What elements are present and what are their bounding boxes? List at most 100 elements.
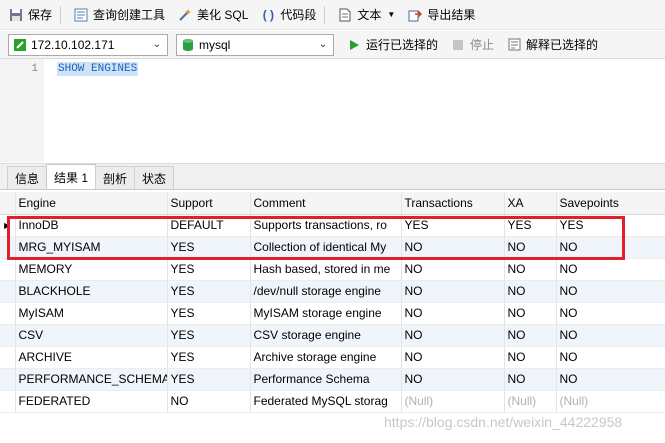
document-icon [337, 7, 353, 23]
table-row[interactable]: MRG_MYISAM YES Collection of identical M… [0, 236, 665, 259]
save-icon [8, 7, 24, 23]
table-cell[interactable]: NO [167, 390, 251, 413]
connection-select[interactable]: 172.10.102.171 ⌄ [8, 33, 168, 56]
sql-editor[interactable]: 1 SHOW ENGINES [0, 59, 665, 162]
chevron-down-icon: ⌄ [152, 39, 162, 50]
column-header-comment[interactable]: Comment [250, 192, 402, 215]
export-results-button[interactable]: 导出结果 [403, 4, 479, 26]
query-builder-button[interactable]: 查询创建工具 [69, 4, 169, 26]
table-cell[interactable]: YES [167, 346, 251, 369]
tab-status[interactable]: 状态 [134, 166, 175, 189]
connection-icon [13, 38, 27, 52]
table-cell[interactable]: NO [504, 368, 557, 391]
table-cell[interactable]: YES [504, 214, 557, 237]
table-cell[interactable]: FEDERATED [15, 390, 168, 413]
save-label: 保存 [28, 8, 53, 22]
database-select[interactable]: mysql ⌄ [176, 33, 334, 56]
column-header-transactions[interactable]: Transactions [401, 192, 505, 215]
table-cell[interactable]: YES [556, 214, 665, 237]
table-cell[interactable]: (Null) [401, 390, 505, 413]
table-cell[interactable]: PERFORMANCE_SCHEMA [15, 368, 168, 391]
tab-profile[interactable]: 剖析 [95, 166, 136, 189]
run-selected-button[interactable]: 运行已选择的 [342, 34, 442, 56]
chevron-down-icon: ▼ [387, 10, 396, 19]
table-cell[interactable]: NO [401, 302, 505, 325]
table-cell[interactable]: CSV [15, 324, 168, 347]
table-cell[interactable]: MyISAM storage engine [250, 302, 402, 325]
table-row[interactable]: BLACKHOLE YES /dev/null storage engine N… [0, 280, 665, 303]
table-cell[interactable]: NO [504, 302, 557, 325]
table-cell[interactable]: NO [556, 258, 665, 281]
table-cell[interactable]: MRG_MYISAM [15, 236, 168, 259]
table-cell[interactable]: YES [167, 302, 251, 325]
table-cell[interactable]: YES [167, 258, 251, 281]
table-cell[interactable]: NO [401, 324, 505, 347]
beautify-sql-button[interactable]: 美化 SQL [173, 4, 252, 26]
table-cell[interactable]: NO [401, 346, 505, 369]
table-cell[interactable]: CSV storage engine [250, 324, 402, 347]
table-cell[interactable]: NO [504, 324, 557, 347]
table-row[interactable]: ARCHIVE YES Archive storage engine NO NO… [0, 346, 665, 369]
table-cell[interactable]: MyISAM [15, 302, 168, 325]
tab-info[interactable]: 信息 [7, 166, 48, 189]
table-cell[interactable]: NO [401, 280, 505, 303]
row-indicator-header [0, 192, 16, 215]
sql-code-line[interactable]: SHOW ENGINES [57, 62, 139, 76]
table-cell[interactable]: (Null) [556, 390, 665, 413]
table-row[interactable]: ▶ InnoDB DEFAULT Supports transactions, … [0, 214, 665, 237]
table-row[interactable]: MEMORY YES Hash based, stored in me NO N… [0, 258, 665, 281]
table-cell[interactable]: BLACKHOLE [15, 280, 168, 303]
table-cell[interactable]: Performance Schema [250, 368, 402, 391]
table-cell[interactable]: NO [556, 324, 665, 347]
row-indicator [0, 280, 16, 303]
column-header-engine[interactable]: Engine [15, 192, 168, 215]
table-cell[interactable]: NO [556, 346, 665, 369]
table-cell[interactable]: YES [401, 214, 505, 237]
stop-button[interactable]: 停止 [446, 34, 498, 56]
table-cell[interactable]: YES [167, 236, 251, 259]
table-cell[interactable]: DEFAULT [167, 214, 251, 237]
table-cell[interactable]: NO [556, 368, 665, 391]
result-grid[interactable]: Engine Support Comment Transactions XA S… [0, 192, 665, 443]
table-cell[interactable]: YES [167, 324, 251, 347]
table-cell[interactable]: YES [167, 368, 251, 391]
table-cell[interactable]: (Null) [504, 390, 557, 413]
table-cell[interactable]: /dev/null storage engine [250, 280, 402, 303]
table-cell[interactable]: NO [504, 258, 557, 281]
text-mode-button[interactable]: 文本 ▼ [333, 4, 399, 26]
table-cell[interactable]: InnoDB [15, 214, 168, 237]
table-row[interactable]: CSV YES CSV storage engine NO NO NO [0, 324, 665, 347]
export-label: 导出结果 [427, 8, 476, 22]
table-cell[interactable]: NO [504, 236, 557, 259]
table-cell[interactable]: MEMORY [15, 258, 168, 281]
table-cell[interactable]: NO [401, 368, 505, 391]
column-header-xa[interactable]: XA [504, 192, 557, 215]
table-cell[interactable]: NO [556, 236, 665, 259]
table-cell[interactable]: Hash based, stored in me [250, 258, 402, 281]
table-cell[interactable]: YES [167, 280, 251, 303]
table-cell[interactable]: Archive storage engine [250, 346, 402, 369]
table-cell[interactable]: NO [401, 236, 505, 259]
table-cell[interactable]: NO [401, 258, 505, 281]
table-cell[interactable]: Supports transactions, ro [250, 214, 402, 237]
table-cell[interactable]: NO [504, 346, 557, 369]
table-cell[interactable]: Federated MySQL storag [250, 390, 402, 413]
table-row[interactable]: PERFORMANCE_SCHEMA YES Performance Schem… [0, 368, 665, 391]
table-cell[interactable]: ARCHIVE [15, 346, 168, 369]
explain-selected-button[interactable]: 解释已选择的 [502, 34, 602, 56]
stop-label: 停止 [470, 38, 495, 52]
table-cell[interactable]: NO [504, 280, 557, 303]
code-snippet-button[interactable]: ( ) 代码段 [256, 4, 320, 26]
database-icon [181, 38, 195, 52]
save-button[interactable]: 保存 [4, 4, 56, 26]
column-header-support[interactable]: Support [167, 192, 251, 215]
export-icon [407, 7, 423, 23]
table-cell[interactable]: NO [556, 280, 665, 303]
table-cell[interactable]: NO [556, 302, 665, 325]
table-row[interactable]: MyISAM YES MyISAM storage engine NO NO N… [0, 302, 665, 325]
tab-result-1[interactable]: 结果 1 [46, 164, 97, 189]
table-row[interactable]: FEDERATED NO Federated MySQL storag (Nul… [0, 390, 665, 413]
table-cell[interactable]: Collection of identical My [250, 236, 402, 259]
column-header-savepoints[interactable]: Savepoints [556, 192, 665, 215]
result-table: Engine Support Comment Transactions XA S… [0, 192, 665, 413]
